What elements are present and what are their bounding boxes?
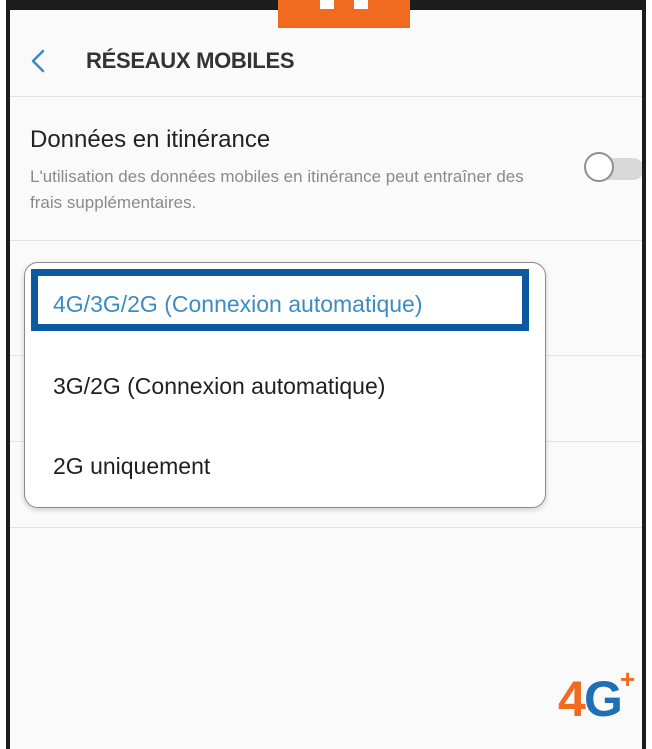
option-label: 2G uniquement [53,452,211,479]
step-marker-notch [320,0,334,9]
logo-plus: + [620,664,636,694]
logo-digit: 4 [558,671,586,727]
4g-plus-logo: 4 G + [554,664,642,730]
back-button[interactable] [16,38,62,84]
toggle-knob [584,152,614,182]
logo-letter: G [584,671,623,727]
network-mode-dropdown: 4G/3G/2G (Connexion automatique) 3G/2G (… [24,262,546,508]
divider [10,96,642,97]
roaming-setting-row[interactable]: Données en itinérance L'utilisation des … [10,100,642,240]
app-header: RÉSEAUX MOBILES [10,30,642,92]
network-option-3g-2g[interactable]: 3G/2G (Connexion automatique) [25,345,545,427]
network-option-4g-3g-2g[interactable]: 4G/3G/2G (Connexion automatique) [25,263,545,345]
divider [10,240,642,241]
network-option-2g-only[interactable]: 2G uniquement [25,425,545,507]
selection-highlight [31,269,529,331]
chevron-left-icon [31,49,45,73]
roaming-description: L'utilisation des données mobiles en iti… [30,167,524,212]
roaming-title: Données en itinérance [30,126,271,153]
option-label: 3G/2G (Connexion automatique) [53,372,386,399]
phone-screen: RÉSEAUX MOBILES Données en itinérance L'… [6,0,646,749]
step-marker-notch [354,0,368,9]
roaming-toggle[interactable] [584,152,642,182]
divider [10,527,642,528]
step-marker-tab [278,0,410,28]
page-title: RÉSEAUX MOBILES [86,48,295,73]
